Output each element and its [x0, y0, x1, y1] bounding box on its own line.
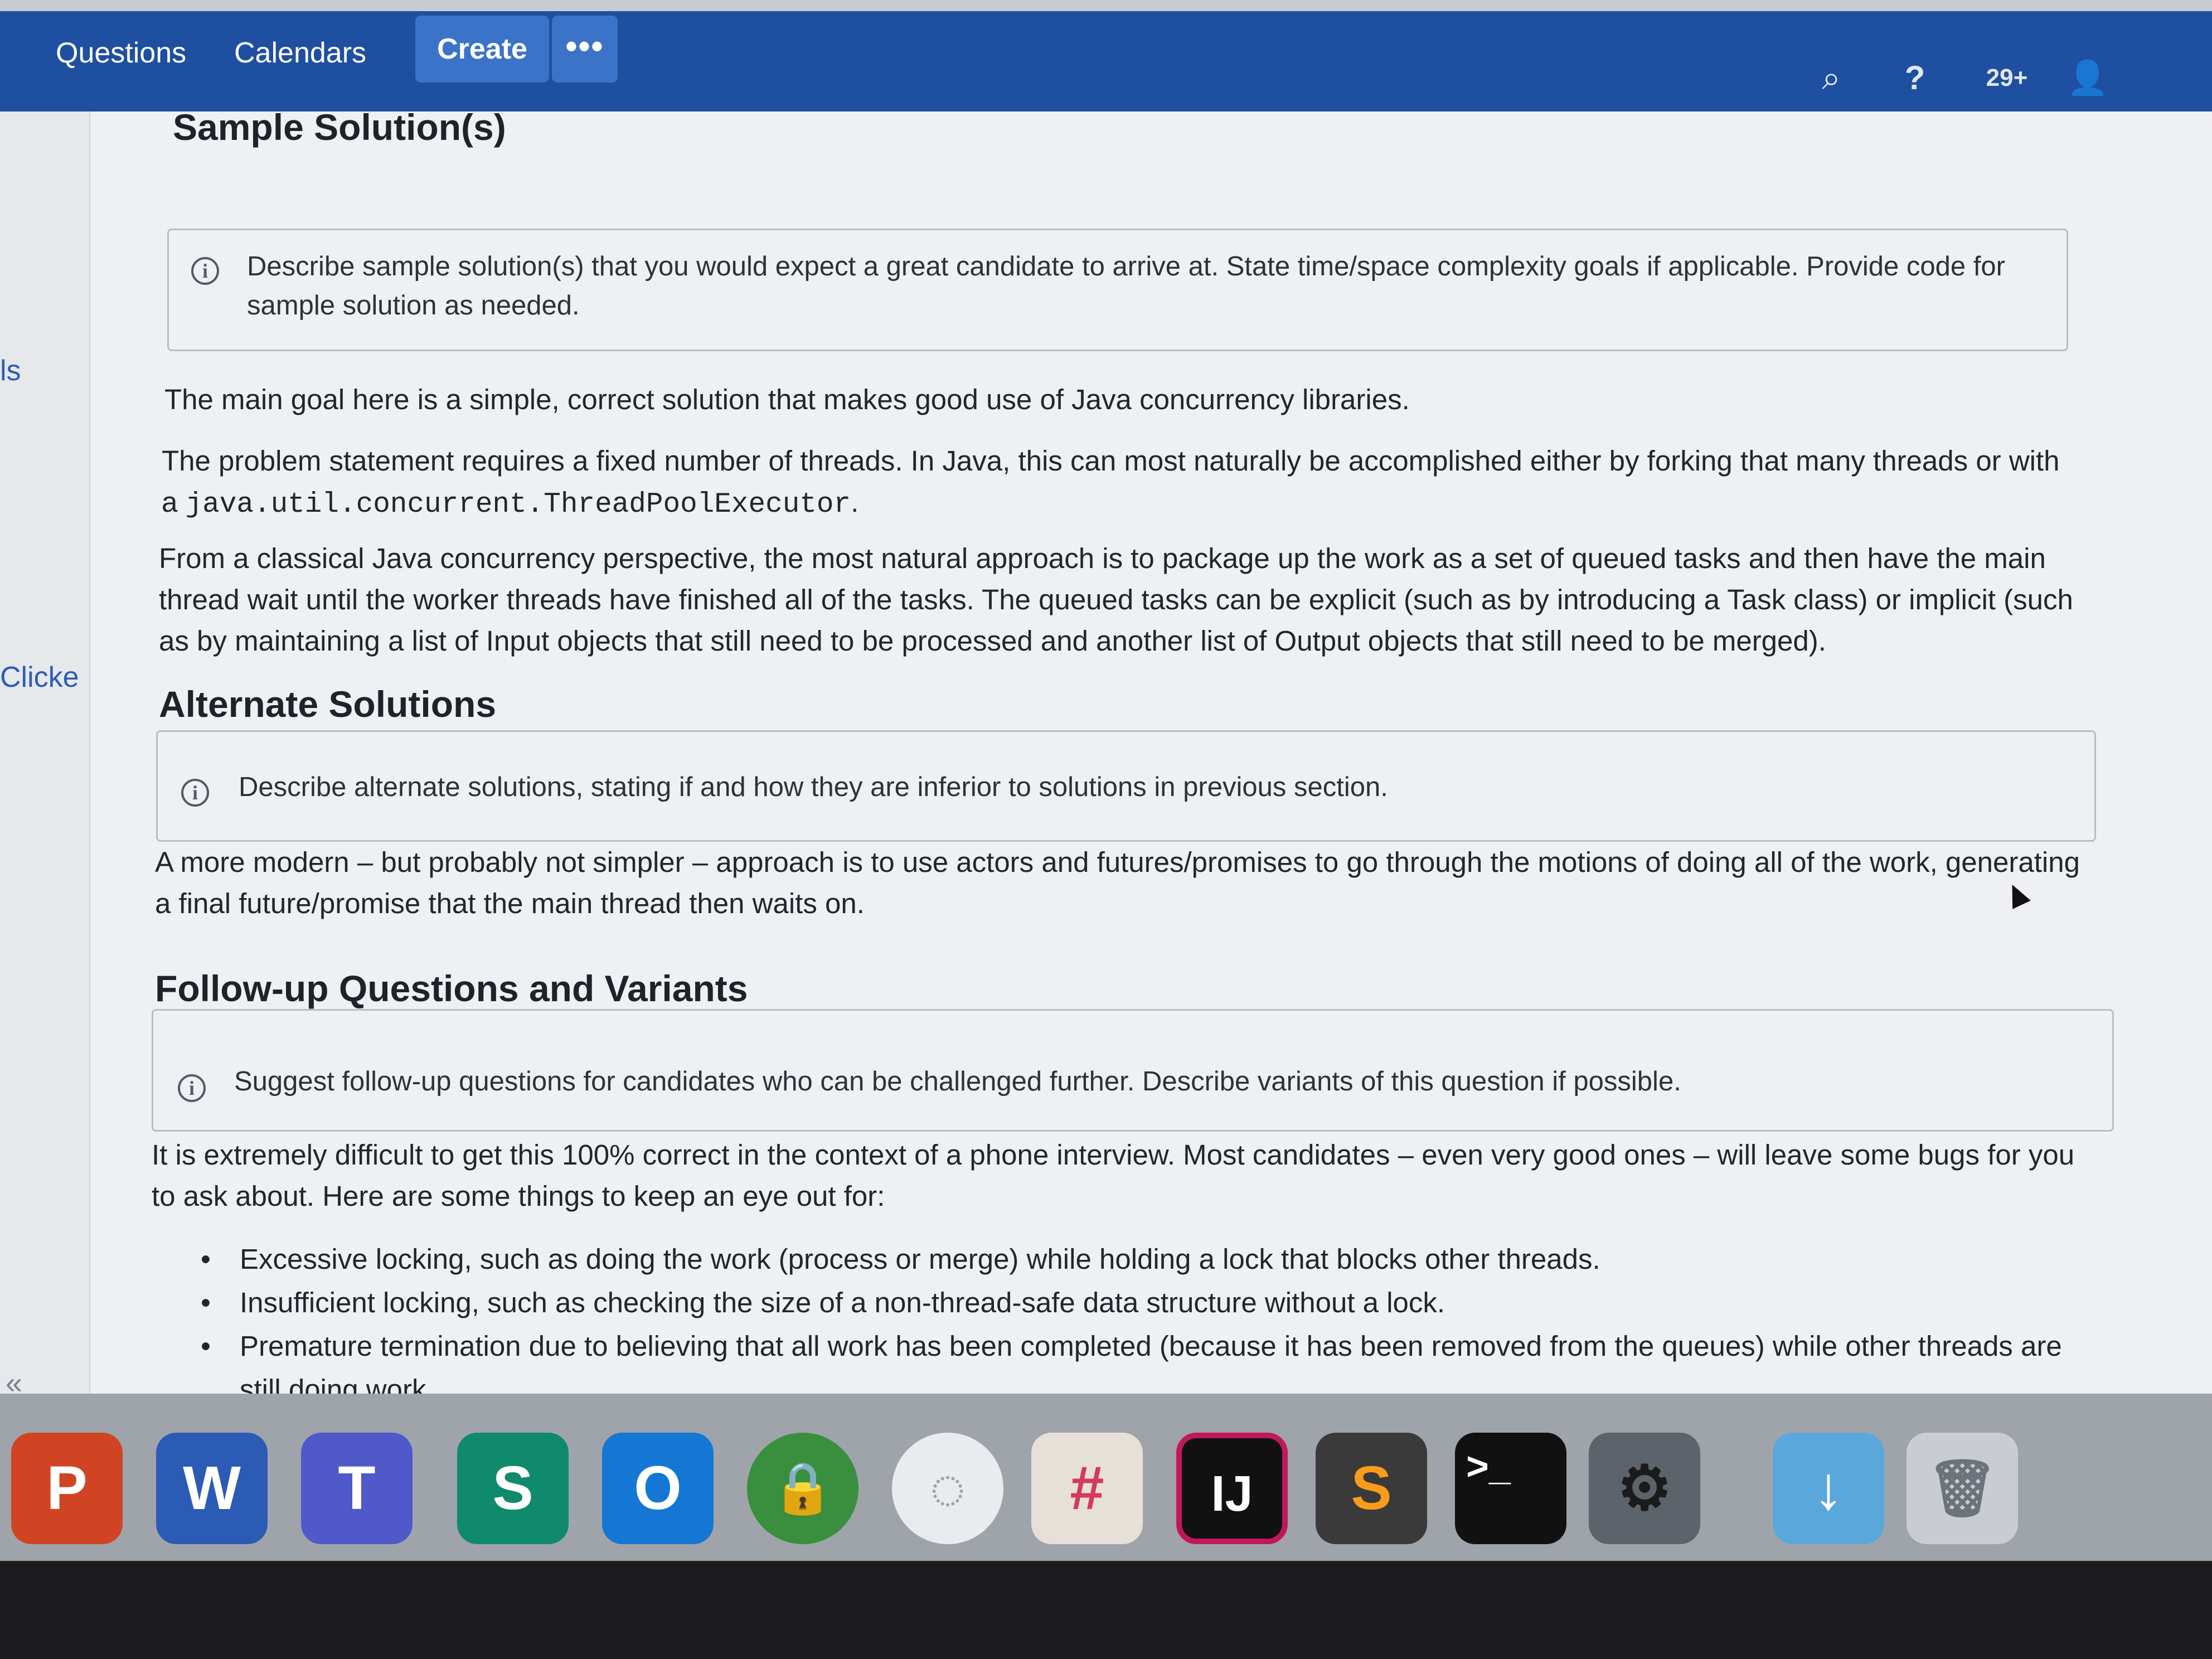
search-icon[interactable]: ⌕	[1806, 56, 1856, 100]
sidebar-fragment[interactable]: Clicke	[0, 661, 79, 694]
top-nav-bar: Questions Calendars Create ••• ⌕ ? 29+ 👤	[0, 0, 2212, 111]
vpn-lock-icon[interactable]: 🔒	[747, 1433, 858, 1544]
create-button[interactable]: Create	[415, 16, 549, 83]
inline-code: java.util.concurrent.ThreadPoolExecutor	[185, 489, 851, 521]
paragraph: The problem statement requires a fixed n…	[162, 440, 2068, 526]
section-title-followup: Follow-up Questions and Variants	[155, 968, 748, 1009]
sway-icon[interactable]: S	[457, 1433, 569, 1544]
paragraph-text: .	[851, 486, 859, 518]
info-text: Suggest follow-up questions for candidat…	[234, 1066, 1681, 1097]
downloads-folder-icon[interactable]: ↓	[1773, 1433, 1884, 1544]
section-title-sample: Sample Solution(s)	[173, 106, 506, 148]
list-item: Excessive locking, such as doing the wor…	[201, 1238, 2096, 1281]
info-box-followup: i Suggest follow-up questions for candid…	[152, 1009, 2114, 1132]
help-icon[interactable]: ?	[1884, 56, 1946, 100]
list-item: Insufficient locking, such as checking t…	[201, 1281, 2096, 1325]
user-avatar-icon[interactable]: 👤	[2057, 56, 2118, 100]
section-title-alternate: Alternate Solutions	[159, 683, 497, 725]
more-options-button[interactable]: •••	[552, 16, 618, 83]
powerpoint-icon[interactable]: P	[11, 1433, 123, 1544]
laptop-bezel	[0, 1561, 2212, 1659]
info-text: Describe sample solution(s) that you wou…	[247, 251, 2005, 321]
intellij-icon[interactable]: IJ	[1176, 1433, 1288, 1544]
paragraph: It is extremely difficult to get this 10…	[152, 1139, 2075, 1212]
info-box-sample: i Describe sample solution(s) that you w…	[167, 229, 2068, 351]
notifications-icon[interactable]: 29+	[1973, 56, 2040, 100]
teams-icon[interactable]: T	[301, 1433, 413, 1544]
paragraph: The main goal here is a simple, correct …	[164, 384, 1410, 415]
system-preferences-icon[interactable]: ⚙	[1589, 1433, 1700, 1544]
sublime-text-icon[interactable]: S	[1316, 1433, 1427, 1544]
left-sidebar: ls Clicke «	[0, 111, 90, 1400]
paragraph: From a classical Java concurrency perspe…	[159, 542, 2073, 657]
bug-list: Excessive locking, such as doing the wor…	[201, 1238, 2096, 1411]
trash-icon[interactable]: 🗑	[1907, 1433, 2018, 1544]
info-icon: i	[181, 779, 209, 807]
info-icon: i	[178, 1074, 206, 1102]
sidebar-fragment[interactable]: ls	[0, 354, 21, 387]
info-icon: i	[191, 257, 219, 285]
terminal-icon[interactable]: >_	[1455, 1433, 1566, 1544]
nav-questions[interactable]: Questions	[56, 22, 186, 84]
paragraph: A more modern – but probably not simpler…	[155, 846, 2080, 919]
word-icon[interactable]: W	[156, 1433, 268, 1544]
info-text: Describe alternate solutions, stating if…	[239, 772, 1388, 802]
browser-edge	[0, 0, 2212, 11]
wifi-icon[interactable]: ◌	[892, 1433, 1003, 1544]
info-box-alternate: i Describe alternate solutions, stating …	[156, 730, 2096, 842]
nav-calendars[interactable]: Calendars	[234, 22, 366, 84]
slack-icon[interactable]: #	[1031, 1433, 1143, 1544]
outlook-icon[interactable]: O	[602, 1433, 714, 1544]
